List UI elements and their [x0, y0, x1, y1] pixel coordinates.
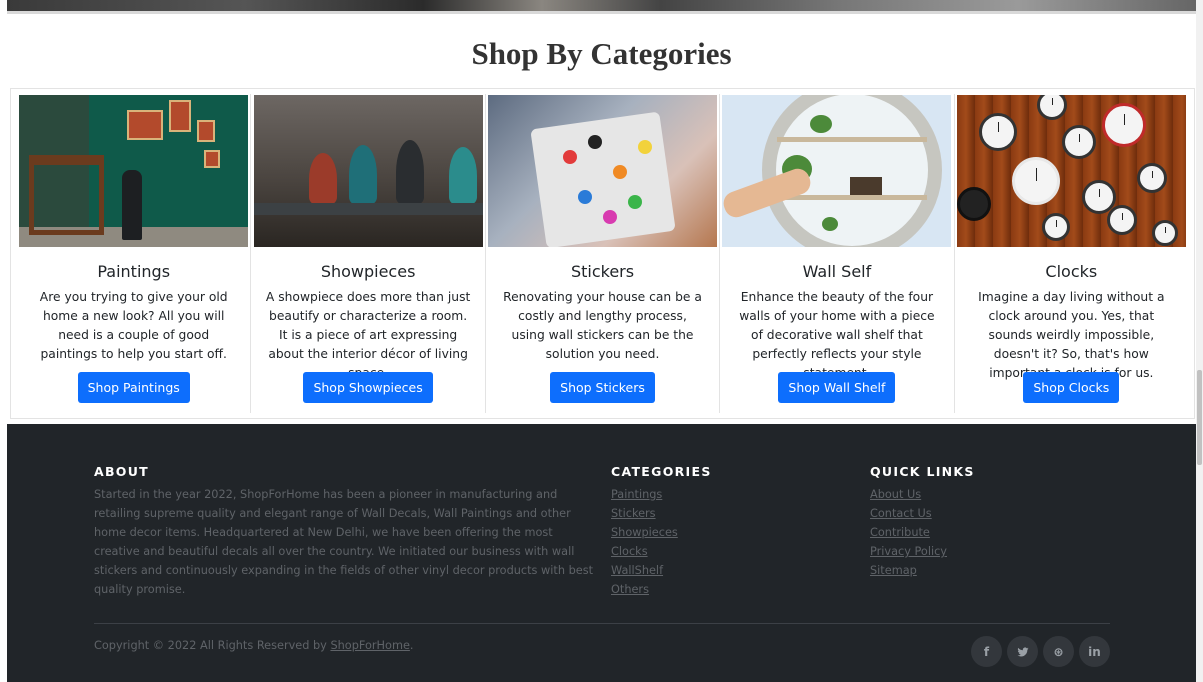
card-description: Enhance the beauty of the four walls of …	[739, 290, 935, 380]
social-links: f ⊛ in	[971, 636, 1110, 667]
footer-link-showpieces[interactable]: Showpieces	[611, 523, 712, 542]
shop-clocks-button[interactable]: Shop Clocks	[1023, 372, 1120, 403]
clocks-image	[956, 95, 1186, 247]
footer-link-clocks[interactable]: Clocks	[611, 542, 712, 561]
footer-link-wallshelf[interactable]: WallShelf	[611, 561, 712, 580]
card-title: Stickers	[570, 262, 635, 281]
linkedin-icon[interactable]: in	[1079, 636, 1110, 667]
dribbble-icon[interactable]: ⊛	[1043, 636, 1074, 667]
category-card-wall-shelf: Wall Self Enhance the beauty of the four…	[720, 94, 955, 413]
showpieces-image	[253, 95, 483, 247]
card-title: Paintings	[97, 262, 171, 281]
scrollbar-thumb[interactable]	[1197, 370, 1202, 465]
footer-link-privacy-policy[interactable]: Privacy Policy	[870, 542, 975, 561]
site-footer: ABOUT Started in the year 2022, ShopForH…	[7, 424, 1196, 682]
wall-shelf-image	[722, 95, 952, 247]
card-title: Wall Self	[802, 262, 872, 281]
scrollbar[interactable]	[1196, 0, 1203, 682]
card-title: Showpieces	[320, 262, 416, 281]
footer-link-others[interactable]: Others	[611, 580, 712, 599]
hero-image-bottom-edge	[7, 0, 1196, 14]
shop-showpieces-button[interactable]: Shop Showpieces	[303, 372, 433, 403]
copyright-prefix: Copyright © 2022 All Rights Reserved by	[94, 639, 331, 652]
footer-divider	[94, 623, 1110, 624]
footer-categories: CATEGORIES Paintings Stickers Showpieces…	[611, 464, 712, 599]
category-card-paintings: Paintings Are you trying to give your ol…	[17, 94, 252, 413]
footer-about: ABOUT Started in the year 2022, ShopForH…	[94, 464, 594, 599]
copyright-suffix: .	[409, 639, 414, 652]
paintings-image	[19, 95, 249, 247]
section-title: Shop By Categories	[471, 36, 732, 71]
footer-link-sitemap[interactable]: Sitemap	[870, 561, 975, 580]
twitter-icon[interactable]	[1007, 636, 1038, 667]
card-title: Clocks	[1045, 262, 1098, 281]
footer-about-heading: ABOUT	[94, 464, 150, 479]
card-description: Renovating your house can be a costly an…	[503, 290, 702, 361]
copyright-brand-link[interactable]: ShopForHome	[330, 639, 409, 652]
shop-stickers-button[interactable]: Shop Stickers	[550, 372, 655, 403]
category-card-showpieces: Showpieces A showpiece does more than ju…	[251, 94, 486, 413]
category-card-stickers: Stickers Renovating your house can be a …	[486, 94, 721, 413]
footer-link-about-us[interactable]: About Us	[870, 485, 975, 504]
card-description: A showpiece does more than just beautify…	[265, 290, 471, 380]
footer-link-contribute[interactable]: Contribute	[870, 523, 975, 542]
card-description: Are you trying to give your old home a n…	[39, 290, 228, 361]
footer-categories-heading: CATEGORIES	[611, 464, 712, 479]
footer-about-text: Started in the year 2022, ShopForHome ha…	[94, 488, 594, 596]
category-cards: Paintings Are you trying to give your ol…	[10, 88, 1195, 419]
footer-link-paintings[interactable]: Paintings	[611, 485, 712, 504]
card-description: Imagine a day living without a clock aro…	[978, 290, 1165, 380]
facebook-icon[interactable]: f	[971, 636, 1002, 667]
shop-wall-shelf-button[interactable]: Shop Wall Shelf	[778, 372, 896, 403]
category-card-clocks: Clocks Imagine a day living without a cl…	[955, 94, 1188, 413]
copyright-text: Copyright © 2022 All Rights Reserved by …	[94, 639, 414, 652]
stickers-image	[488, 95, 718, 247]
footer-link-stickers[interactable]: Stickers	[611, 504, 712, 523]
shop-paintings-button[interactable]: Shop Paintings	[77, 372, 190, 403]
footer-quick-links: QUICK LINKS About Us Contact Us Contribu…	[870, 464, 975, 580]
footer-quick-links-heading: QUICK LINKS	[870, 464, 975, 479]
footer-link-contact-us[interactable]: Contact Us	[870, 504, 975, 523]
